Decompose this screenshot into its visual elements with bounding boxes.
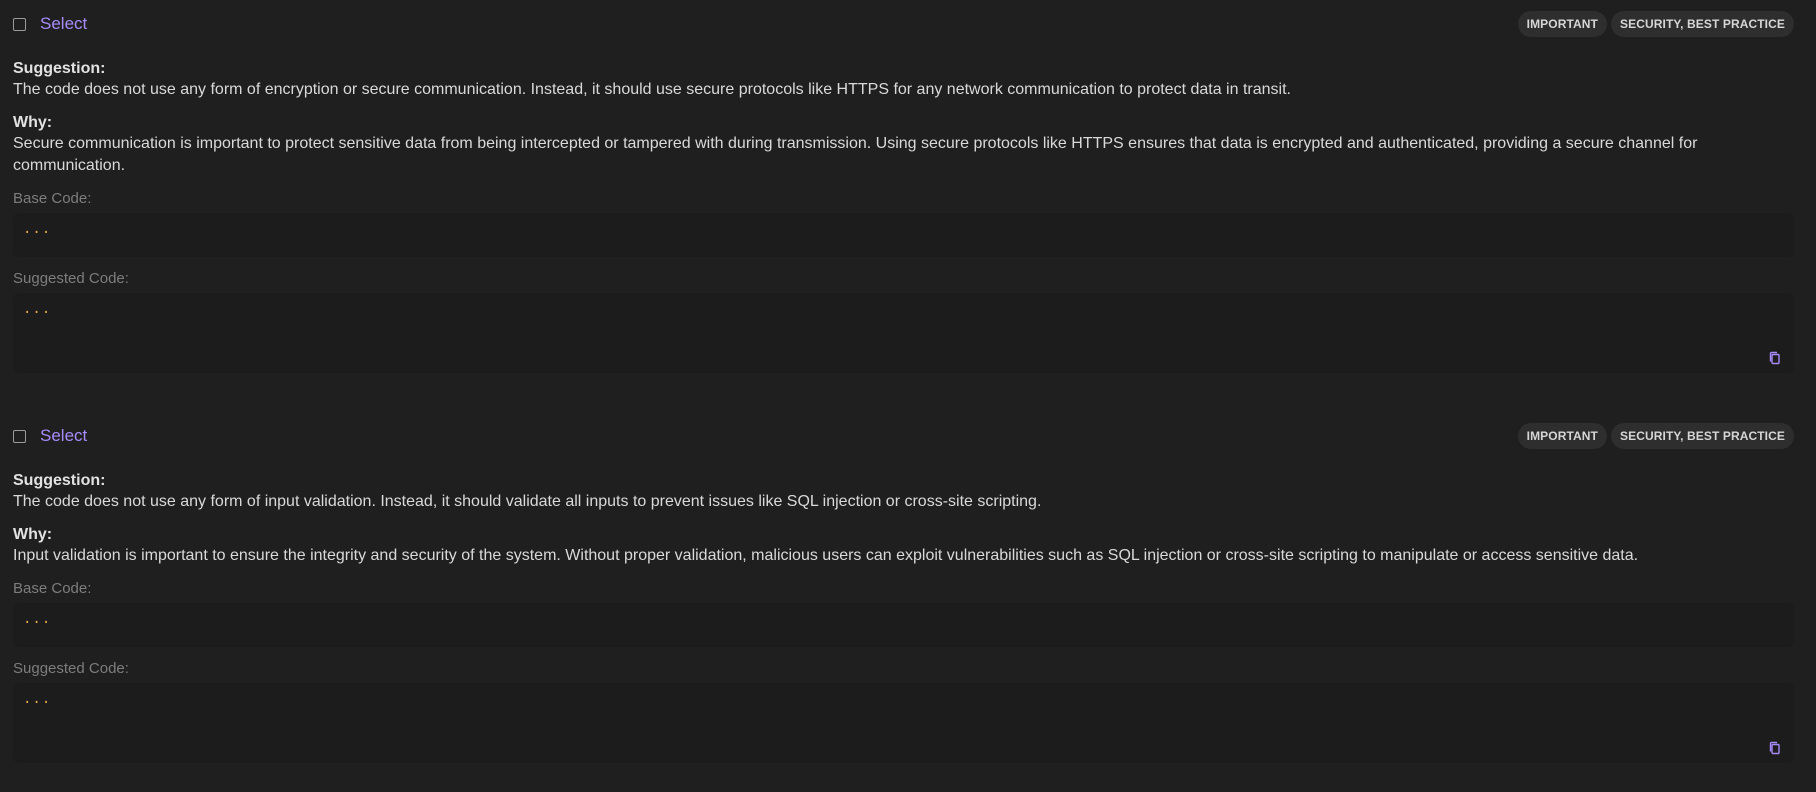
- select-checkbox[interactable]: [13, 429, 26, 443]
- suggestion-card: Select IMPORTANT SECURITY, BEST PRACTICE…: [13, 412, 1794, 792]
- base-code-content: ...: [23, 221, 52, 237]
- suggested-code-label: Suggested Code:: [13, 660, 129, 677]
- tag-list: IMPORTANT SECURITY, BEST PRACTICE: [1517, 423, 1794, 449]
- select-link[interactable]: Select: [40, 14, 87, 34]
- suggested-code-block: ...: [13, 683, 1794, 763]
- suggestion-label: Suggestion:: [13, 472, 106, 489]
- suggested-code-content: ...: [23, 691, 52, 707]
- suggestion-card: Select IMPORTANT SECURITY, BEST PRACTICE…: [13, 0, 1794, 412]
- suggestion-text: The code does not use any form of encryp…: [13, 81, 1291, 98]
- base-code-label: Base Code:: [13, 580, 92, 597]
- why-label: Why:: [13, 526, 53, 543]
- copy-icon[interactable]: [1768, 741, 1782, 755]
- suggestion-text: The code does not use any form of input …: [13, 493, 1042, 510]
- base-code-block: ...: [13, 603, 1794, 647]
- base-code-content: ...: [23, 611, 52, 627]
- select-checkbox[interactable]: [13, 17, 26, 31]
- why-label: Why:: [13, 114, 53, 131]
- suggested-code-block: ...: [13, 293, 1794, 373]
- select-link[interactable]: Select: [40, 426, 87, 446]
- copy-icon[interactable]: [1768, 351, 1782, 365]
- suggested-code-label: Suggested Code:: [13, 270, 129, 287]
- card-header: Select IMPORTANT SECURITY, BEST PRACTICE: [13, 412, 1794, 460]
- priority-tag: IMPORTANT: [1517, 11, 1607, 37]
- tag-list: IMPORTANT SECURITY, BEST PRACTICE: [1517, 11, 1794, 37]
- why-text: Input validation is important to ensure …: [13, 547, 1639, 564]
- priority-tag: IMPORTANT: [1517, 423, 1607, 449]
- category-tag: SECURITY, BEST PRACTICE: [1611, 11, 1794, 37]
- category-tag: SECURITY, BEST PRACTICE: [1611, 423, 1794, 449]
- suggestion-label: Suggestion:: [13, 60, 106, 77]
- suggested-code-content: ...: [23, 301, 52, 317]
- base-code-label: Base Code:: [13, 190, 92, 207]
- card-header-left: Select: [13, 14, 87, 34]
- card-header: Select IMPORTANT SECURITY, BEST PRACTICE: [13, 0, 1794, 48]
- why-text: Secure communication is important to pro…: [13, 135, 1698, 174]
- base-code-block: ...: [13, 213, 1794, 257]
- card-header-left: Select: [13, 426, 87, 446]
- suggestions-list: Select IMPORTANT SECURITY, BEST PRACTICE…: [0, 0, 1816, 792]
